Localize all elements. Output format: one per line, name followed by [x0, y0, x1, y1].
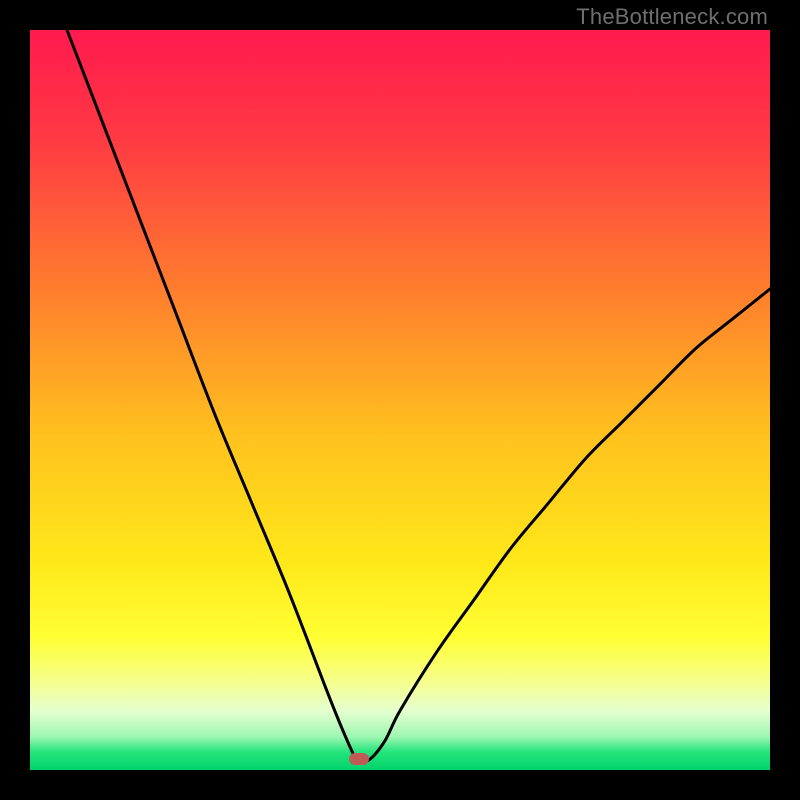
plot-area	[30, 30, 770, 770]
optimal-marker	[349, 753, 369, 765]
bottleneck-curve	[30, 30, 770, 770]
outer-frame: TheBottleneck.com	[0, 0, 800, 800]
watermark-text: TheBottleneck.com	[576, 4, 768, 30]
